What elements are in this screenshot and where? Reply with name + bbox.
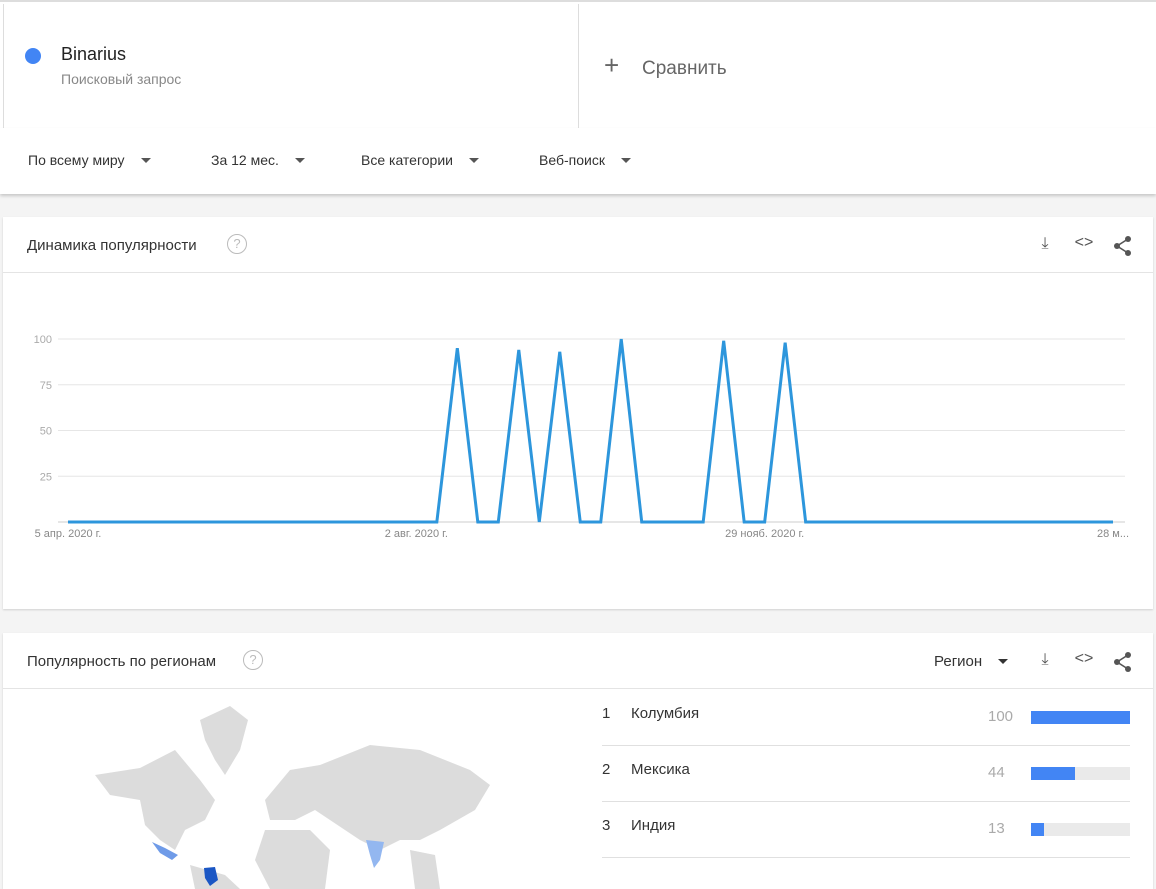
x-tick-label: 28 м...: [1097, 528, 1129, 540]
plus-icon: +: [604, 50, 620, 80]
dropdown-caret-icon: [140, 157, 151, 163]
x-tick-label: 29 нояб. 2020 г.: [725, 528, 804, 540]
embed-icon[interactable]: <>: [1072, 234, 1096, 252]
y-tick-label: 75: [40, 380, 52, 392]
region-bar: [1031, 767, 1130, 780]
help-icon[interactable]: ?: [243, 650, 263, 670]
region-rank: 2: [602, 761, 611, 778]
filter-label: По всему миру: [28, 152, 125, 168]
region-bar-fill: [1031, 711, 1130, 724]
map-north-america: [95, 750, 215, 850]
filter-time[interactable]: За 12 мес.: [211, 152, 305, 168]
search-term-name[interactable]: Binarius: [61, 44, 126, 65]
resolution-label: Регион: [934, 653, 983, 670]
map-greenland: [200, 706, 248, 775]
x-tick-label: 2 авг. 2020 г.: [385, 528, 448, 540]
region-value: 100: [988, 708, 1014, 725]
y-tick-label: 50: [40, 426, 52, 438]
map-africa: [255, 830, 330, 889]
filter-label: Все категории: [361, 152, 453, 168]
filter-label: Веб-поиск: [539, 152, 605, 168]
dropdown-caret-icon: [294, 157, 305, 163]
filter-region[interactable]: По всему миру: [28, 152, 151, 168]
region-bar: [1031, 711, 1130, 724]
region-name[interactable]: Индия: [631, 817, 675, 834]
share-icon[interactable]: [1112, 235, 1134, 257]
map-asia: [315, 745, 490, 850]
region-name[interactable]: Мексика: [631, 761, 690, 778]
search-term-card[interactable]: [3, 4, 579, 130]
map-se-asia: [410, 850, 440, 889]
card-title: Динамика популярности: [27, 237, 197, 254]
world-map[interactable]: [0, 690, 580, 889]
map-india: [366, 840, 384, 868]
region-row[interactable]: 1 Колумбия 100: [602, 690, 1130, 746]
compare-label[interactable]: Сравнить: [642, 58, 727, 80]
search-terms-bar: Binarius Поисковый запрос + Сравнить: [0, 0, 1156, 130]
region-bar-fill: [1031, 823, 1044, 836]
embed-icon[interactable]: <>: [1072, 650, 1096, 668]
filter-label: За 12 мес.: [211, 152, 279, 168]
filter-category[interactable]: Все категории: [361, 152, 479, 168]
region-bar: [1031, 823, 1130, 836]
region-value: 13: [988, 820, 1005, 837]
region-row[interactable]: 2 Мексика 44: [602, 746, 1130, 802]
region-value: 44: [988, 764, 1005, 781]
help-icon[interactable]: ?: [227, 234, 247, 254]
term-color-dot: [25, 48, 41, 64]
x-tick-label: 5 апр. 2020 г.: [35, 528, 102, 540]
region-bar-fill: [1031, 767, 1075, 780]
card-title: Популярность по регионам: [27, 653, 217, 670]
region-rank: 3: [602, 817, 611, 834]
region-row[interactable]: 3 Индия 13: [602, 802, 1130, 858]
y-tick-label: 25: [40, 471, 52, 483]
y-tick-label: 100: [34, 334, 52, 346]
search-term-type: Поисковый запрос: [61, 71, 182, 87]
dropdown-caret-icon: [468, 157, 479, 163]
filter-search-type[interactable]: Веб-поиск: [539, 152, 631, 168]
download-icon[interactable]: ⤓: [1033, 235, 1057, 253]
share-icon[interactable]: [1112, 651, 1134, 673]
region-rank: 1: [602, 705, 611, 722]
resolution-dropdown[interactable]: Регион: [934, 653, 1009, 670]
dropdown-caret-icon: [998, 659, 1009, 664]
interest-line-chart: 25 50 75 100 5 апр. 2020 г. 2 авг. 2020 г. 29 …: [34, 334, 1129, 540]
filter-bar: По всему миру За 12 мес. Все категории В…: [0, 128, 1156, 194]
download-icon[interactable]: ⤓: [1033, 651, 1057, 669]
region-name[interactable]: Колумбия: [631, 705, 699, 722]
dropdown-caret-icon: [620, 157, 631, 163]
